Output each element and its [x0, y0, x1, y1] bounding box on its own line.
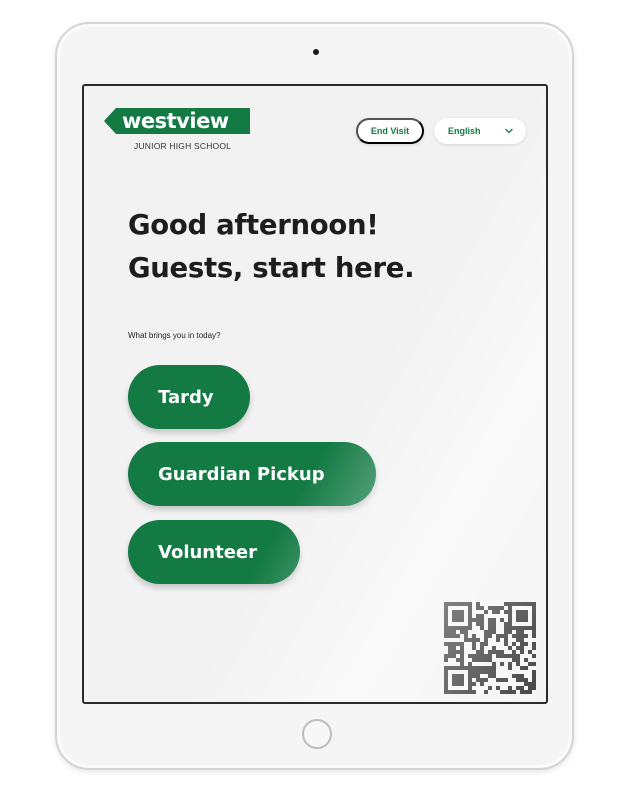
greeting-line-1: Good afternoon! [128, 209, 379, 241]
volunteer-button[interactable]: Volunteer [128, 520, 300, 584]
qr-code-icon [444, 602, 536, 694]
tardy-button[interactable]: Tardy [128, 365, 250, 429]
logo-wordmark: westview [104, 108, 250, 134]
school-logo: westview JUNIOR HIGH SCHOOL [104, 108, 254, 154]
kiosk-screen: westview JUNIOR HIGH SCHOOL End Visit En… [82, 84, 548, 704]
language-selected-value: English [448, 126, 481, 136]
camera-icon [313, 49, 319, 55]
guardian-pickup-button[interactable]: Guardian Pickup [128, 442, 376, 506]
home-button-icon[interactable] [302, 719, 332, 749]
end-visit-button[interactable]: End Visit [356, 118, 424, 144]
language-select[interactable]: English [434, 118, 526, 144]
stage: westview JUNIOR HIGH SCHOOL End Visit En… [0, 0, 627, 794]
visit-reason-prompt: What brings you in today? [128, 331, 221, 340]
chevron-down-icon [504, 126, 514, 136]
logo-subtitle: JUNIOR HIGH SCHOOL [134, 141, 232, 151]
page-title: Good afternoon! Guests, start here. [128, 204, 415, 290]
greeting-line-2: Guests, start here. [128, 252, 415, 284]
